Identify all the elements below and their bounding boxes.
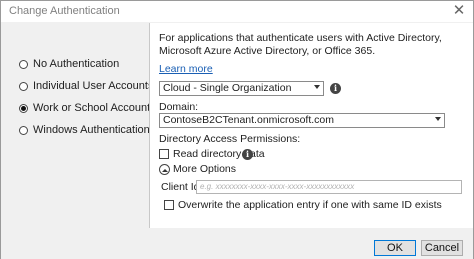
domain-combobox[interactable]: ContoseB2CTenant.onmicrosoft.com <box>159 113 445 128</box>
checkbox[interactable] <box>164 200 174 210</box>
radio-label: Work or School Accounts <box>33 102 156 114</box>
auth-type-panel: No Authentication Individual User Accoun… <box>1 23 156 228</box>
chevron-down-icon <box>435 117 441 121</box>
radio-button[interactable] <box>19 59 28 69</box>
radio-button[interactable] <box>19 125 28 135</box>
domain-label: Domain: <box>159 101 199 113</box>
radio-button[interactable] <box>19 103 28 113</box>
more-options-label: More Options <box>173 163 237 175</box>
radio-label: Windows Authentication <box>33 124 150 136</box>
title-bar: Change Authentication ✕ <box>1 1 473 22</box>
change-authentication-dialog: Change Authentication ✕ No Authenticatio… <box>0 0 474 259</box>
radio-label: Individual User Accounts <box>33 80 154 92</box>
radio-button[interactable] <box>19 81 28 91</box>
permissions-label: Directory Access Permissions: <box>159 133 301 145</box>
auth-settings-panel: For applications that authenticate users… <box>149 23 473 228</box>
organization-type-select[interactable]: Cloud - Single Organization <box>159 81 324 96</box>
checkbox[interactable] <box>159 149 169 159</box>
client-id-placeholder: e.g. xxxxxxxx-xxxx-xxxx-xxxx-xxxxxxxxxxx… <box>200 182 355 191</box>
domain-value: ContoseB2CTenant.onmicrosoft.com <box>163 114 334 126</box>
ok-button[interactable]: OK <box>374 240 416 256</box>
info-icon[interactable]: i <box>330 83 341 94</box>
client-id-input[interactable]: e.g. xxxxxxxx-xxxx-xxxx-xxxx-xxxxxxxxxxx… <box>196 180 462 194</box>
cancel-button[interactable]: Cancel <box>421 240 463 256</box>
info-icon[interactable]: i <box>242 149 253 160</box>
more-options-toggle[interactable]: More Options <box>159 163 236 175</box>
learn-more-link[interactable]: Learn more <box>159 63 213 75</box>
radio-individual-user-accounts[interactable]: Individual User Accounts <box>19 80 153 92</box>
close-icon[interactable]: ✕ <box>451 3 467 19</box>
organization-type-value: Cloud - Single Organization <box>163 82 292 94</box>
checkbox-label: Overwrite the application entry if one w… <box>178 199 442 211</box>
window-title: Change Authentication <box>9 5 120 17</box>
overwrite-application-checkbox[interactable]: Overwrite the application entry if one w… <box>164 199 442 211</box>
radio-work-or-school-accounts[interactable]: Work or School Accounts <box>19 102 156 114</box>
description-text: For applications that authenticate users… <box>159 32 442 57</box>
chevron-up-circle-icon[interactable] <box>159 163 170 175</box>
radio-windows-authentication[interactable]: Windows Authentication <box>19 124 150 136</box>
radio-label: No Authentication <box>33 58 120 70</box>
dialog-footer: OK Cancel <box>1 229 473 259</box>
radio-no-authentication[interactable]: No Authentication <box>19 58 119 70</box>
chevron-down-icon <box>314 85 320 89</box>
